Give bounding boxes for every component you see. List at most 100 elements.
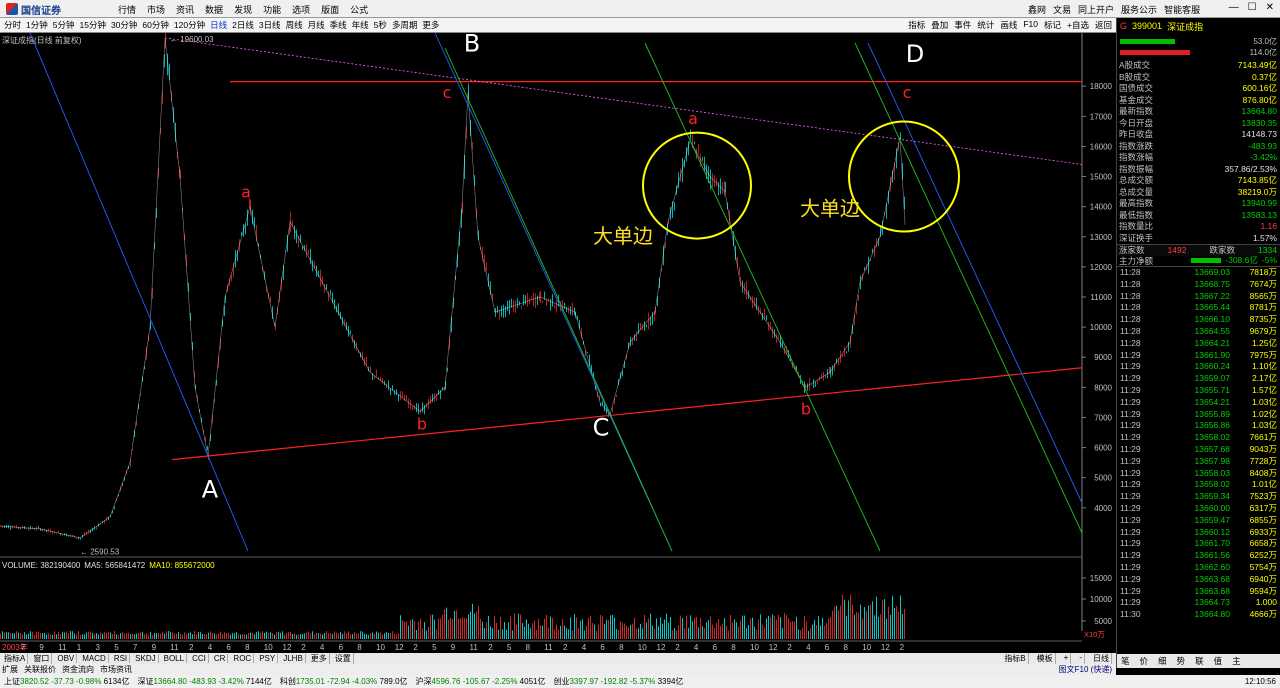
x-tick-label: 7 (133, 643, 138, 652)
menu-item-6[interactable]: 选项 (292, 3, 310, 16)
period-5[interactable]: 60分钟 (142, 19, 168, 31)
indicator-right-1[interactable]: 模板 (1035, 653, 1056, 664)
maximize-icon[interactable]: ☐ (1248, 2, 1257, 13)
period-tool-8[interactable]: 返回 (1095, 19, 1112, 31)
period-0[interactable]: 分时 (4, 19, 21, 31)
period-12[interactable]: 季线 (330, 19, 347, 31)
period-tool-6[interactable]: 标记 (1044, 19, 1061, 31)
period-3[interactable]: 15分钟 (79, 19, 105, 31)
sub-tab-2[interactable]: 资金流向 (62, 664, 94, 675)
indicator-tab-2[interactable]: OBV (55, 654, 78, 663)
tick-list[interactable]: 11:28 13669.03 7818万 11:28 13668.75 7674万 11:2… (1117, 267, 1280, 621)
x-tick-label: 2 (787, 643, 792, 652)
tick-time: 11:29 (1120, 561, 1141, 572)
period-13[interactable]: 年线 (352, 19, 369, 31)
period-10[interactable]: 周线 (286, 19, 303, 31)
period-tool-5[interactable]: F10 (1023, 19, 1038, 31)
annotation-label: a (688, 109, 698, 128)
period-1[interactable]: 1分钟 (26, 19, 48, 31)
x-tick-label: 6 (226, 643, 231, 652)
kline-chart[interactable]: 4000 5000 6000 7000 8000 9000 10000 11000 12000 1… (0, 24, 1116, 653)
tick-row: 11:29 13658.02 7661万 (1117, 432, 1280, 444)
indicator-tab-8[interactable]: CR (212, 654, 229, 663)
quote-tab-0[interactable]: 笔 (1121, 655, 1130, 667)
status-index-2[interactable]: 科创1735.01 -72.94 -4.03% 789.0亿 (276, 676, 412, 687)
indicator-tab-13[interactable]: 设置 (333, 653, 354, 664)
x-tick-label: 11 (470, 643, 479, 652)
menu-item-0[interactable]: 行情 (118, 3, 136, 16)
y-tick-label: 12000 (1090, 263, 1113, 272)
tick-price: 13665.44 (1194, 302, 1230, 313)
period-14[interactable]: 5秒 (374, 19, 387, 31)
indicator-tab-9[interactable]: ROC (231, 654, 255, 663)
tick-price: 13667.22 (1194, 290, 1230, 301)
period-8[interactable]: 2日线 (232, 19, 254, 31)
indicator-tab-6[interactable]: BOLL (162, 654, 188, 663)
close-icon[interactable]: ✕ (1266, 2, 1274, 13)
indicator-tab-1[interactable]: 窗口 (31, 653, 53, 664)
period-tool-7[interactable]: +自选 (1067, 19, 1089, 31)
period-tool-4[interactable]: 画线 (1000, 19, 1017, 31)
indicator-right-3[interactable]: - (1077, 653, 1085, 664)
period-6[interactable]: 120分钟 (174, 19, 205, 31)
quote-tab-5[interactable]: 值 (1214, 655, 1223, 667)
period-16[interactable]: 更多 (422, 19, 439, 31)
period-15[interactable]: 多周期 (392, 19, 418, 31)
status-index-0[interactable]: 上证3820.52 -37.73 -0.98% 6134亿 (0, 676, 133, 687)
indicator-tab-3[interactable]: MACD (80, 654, 109, 663)
indicator-tab-4[interactable]: RSI (112, 654, 131, 663)
right-menu-item-4[interactable]: 智能客服 (1164, 3, 1200, 16)
sub-tab-0[interactable]: 扩展 (2, 664, 18, 675)
menu-item-4[interactable]: 发现 (234, 3, 252, 16)
period-tool-0[interactable]: 指标 (908, 19, 925, 31)
menu-item-1[interactable]: 市场 (147, 3, 165, 16)
indicator-tab-0[interactable]: 指标A (2, 653, 29, 664)
quote-field-value: -3.42% (1250, 152, 1277, 162)
indicator-right-2[interactable]: + (1062, 653, 1072, 664)
indicator-tab-7[interactable]: CCI (190, 654, 209, 663)
period-tool-1[interactable]: 叠加 (931, 19, 948, 31)
quote-tab-1[interactable]: 价 (1140, 655, 1149, 667)
quote-tab-3[interactable]: 势 (1177, 655, 1186, 667)
right-menu-item-3[interactable]: 服务公示 (1121, 3, 1157, 16)
right-menu-item-2[interactable]: 同上开户 (1078, 3, 1114, 16)
f10-link[interactable]: 图文F10 (快递) (1059, 664, 1112, 675)
indicator-right-0[interactable]: 指标B (1002, 653, 1029, 664)
right-menu-item-1[interactable]: 文易 (1053, 3, 1071, 16)
sub-tab-1[interactable]: 关联报价 (24, 664, 56, 675)
period-4[interactable]: 30分钟 (111, 19, 137, 31)
chart-canvas[interactable]: 4000 5000 6000 7000 8000 9000 10000 11000 12000 1… (0, 24, 1116, 653)
tick-volume: 5754万 (1249, 561, 1277, 572)
period-tool-3[interactable]: 统计 (977, 19, 994, 31)
sub-tab-3[interactable]: 市场资讯 (100, 664, 132, 675)
period-2[interactable]: 5分钟 (53, 19, 75, 31)
menu-item-5[interactable]: 功能 (263, 3, 281, 16)
period-7[interactable]: 日线 (210, 19, 227, 31)
indicator-tab-10[interactable]: PSY (257, 654, 279, 663)
tick-time: 11:28 (1120, 302, 1141, 313)
right-menu-item-0[interactable]: 鑫网 (1028, 3, 1046, 16)
quote-bottom-tabs: 笔价细势联值主 (1117, 654, 1280, 668)
menu-item-8[interactable]: 公式 (350, 3, 368, 16)
quote-tab-4[interactable]: 联 (1195, 655, 1204, 667)
minimize-icon[interactable]: — (1229, 2, 1239, 13)
period-11[interactable]: 月线 (308, 19, 325, 31)
period-tool-2[interactable]: 事件 (954, 19, 971, 31)
status-index-value: 3820.52 (20, 677, 49, 686)
indicator-tab-12[interactable]: 更多 (309, 653, 330, 664)
quote-tab-2[interactable]: 细 (1158, 655, 1167, 667)
menu-item-3[interactable]: 数据 (205, 3, 223, 16)
menu-item-7[interactable]: 版面 (321, 3, 339, 16)
status-index-1[interactable]: 深证13664.80 -483.93 -3.42% 7144亿 (133, 676, 275, 687)
tick-price: 13656.86 (1194, 420, 1230, 431)
indicator-tab-5[interactable]: SKDJ (133, 654, 159, 663)
quote-tab-6[interactable]: 主 (1232, 655, 1241, 667)
status-index-3[interactable]: 沪深4596.76 -105.67 -2.25% 4051亿 (412, 676, 550, 687)
tick-volume: 7818万 (1249, 267, 1277, 277)
menu-item-2[interactable]: 资讯 (176, 3, 194, 16)
quote-field-value: 0.37亿 (1251, 71, 1277, 82)
indicator-right-4[interactable]: 日线 (1091, 653, 1112, 664)
indicator-tab-11[interactable]: JLHB (281, 654, 306, 663)
status-index-4[interactable]: 创业3397.97 -192.82 -5.37% 3394亿 (549, 676, 687, 687)
period-9[interactable]: 3日线 (259, 19, 281, 31)
